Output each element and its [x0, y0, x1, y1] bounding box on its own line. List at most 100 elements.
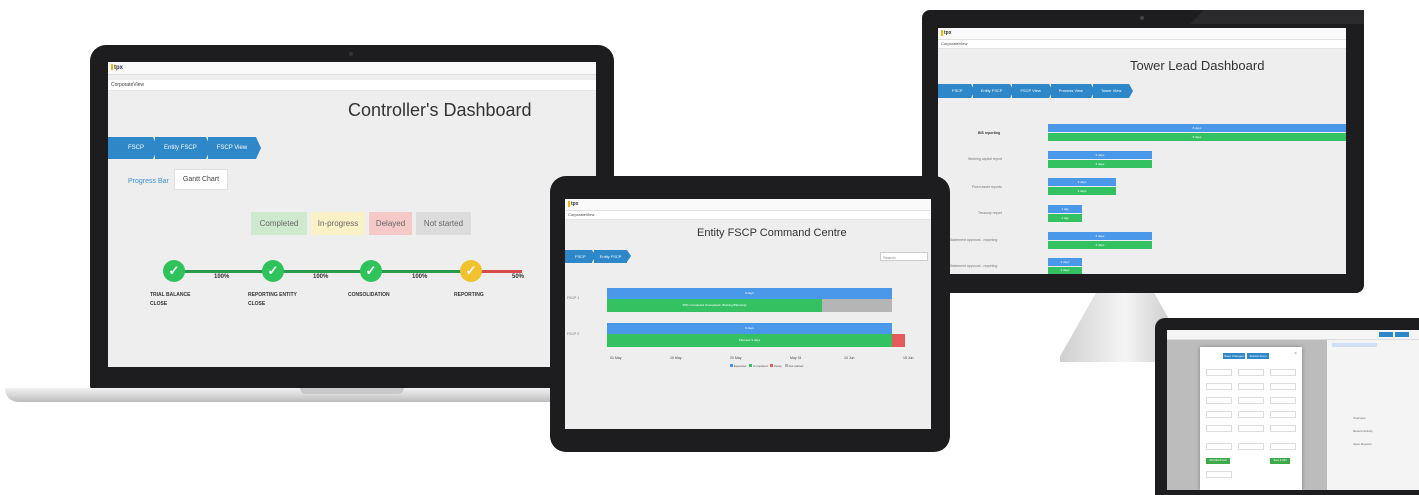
- modal-dialog: Save Changes Submit Form × Add Attachmen…: [1200, 347, 1302, 490]
- form-field[interactable]: [1270, 383, 1296, 390]
- form-field[interactable]: [1238, 425, 1264, 432]
- x-tick: May 31: [790, 356, 802, 360]
- modal-tab[interactable]: Save Changes: [1223, 353, 1245, 359]
- row-label: Statement approval - reporting: [950, 238, 998, 242]
- gantt-bar-completed: Planned: 9 days: [607, 334, 892, 347]
- x-tick: 15 Jun: [903, 356, 914, 360]
- side-item[interactable]: Open Reports: [1353, 442, 1372, 446]
- tab-gantt-chart[interactable]: Gantt Chart: [174, 169, 228, 190]
- row-label: FSCP 2: [567, 332, 580, 336]
- gantt-bar: 2 days: [1048, 258, 1082, 266]
- page-title: Entity FSCP Command Centre: [697, 227, 847, 239]
- x-tick: 10 Jun: [844, 356, 855, 360]
- form-field[interactable]: [1270, 369, 1296, 376]
- stage-2-percent: 100%: [313, 274, 329, 280]
- stage-1-percent: 100%: [214, 274, 230, 280]
- gantt-bar: 1 day: [1048, 214, 1082, 222]
- crumb-entity-fscp[interactable]: Entity FSCP: [593, 250, 632, 263]
- view-tab[interactable]: CorporateView: [565, 211, 931, 220]
- side-panel: [1327, 340, 1419, 490]
- form-field[interactable]: [1238, 443, 1264, 450]
- row-label: FSCP 1: [567, 296, 580, 300]
- stage-3-label: CONSOLIDATION: [348, 292, 390, 298]
- page-title: Tower Lead Dashboard: [1130, 58, 1265, 73]
- gantt-bar-completed: 95% Completed (Completed: Working/Planni…: [607, 299, 822, 312]
- modal-tab[interactable]: Submit Form: [1247, 353, 1269, 359]
- app-header: tpx: [565, 199, 931, 211]
- form-field[interactable]: [1270, 411, 1296, 418]
- search-placeholder: Search: [883, 255, 896, 260]
- add-attachment-button[interactable]: Add Attachment: [1206, 458, 1230, 464]
- breadcrumb: FSCP Entity FSCP FSCP View: [108, 137, 262, 159]
- legend-in-progress: In-progress: [311, 212, 365, 235]
- breadcrumb: FSCP Entity FSCP FSCP View Process View …: [938, 84, 1134, 98]
- gantt-bar: 3 days: [1048, 187, 1116, 195]
- gantt-bar-expected: 8 days: [607, 288, 892, 299]
- form-field[interactable]: [1270, 443, 1296, 450]
- crumb-fscp-view[interactable]: FSCP View: [207, 137, 262, 159]
- legend-delay: Delay: [774, 364, 782, 368]
- tablet-screen: tpx CorporateView Entity FSCP Command Ce…: [565, 199, 931, 429]
- form-field[interactable]: [1206, 443, 1232, 450]
- stage-trial-balance-icon: ✓: [163, 260, 185, 282]
- view-tab[interactable]: CorporateView: [108, 80, 596, 91]
- form-field[interactable]: [1238, 369, 1264, 376]
- form-field[interactable]: [1206, 397, 1232, 404]
- legend-completed: Completed: [753, 364, 768, 368]
- stage-3-percent: 100%: [412, 274, 428, 280]
- legend-not-started: Not started: [416, 212, 471, 235]
- form-field[interactable]: [1206, 383, 1232, 390]
- header-button[interactable]: [1379, 332, 1393, 337]
- form-field[interactable]: [1206, 425, 1232, 432]
- x-tick: 10 May: [670, 356, 682, 360]
- form-field[interactable]: [1206, 411, 1232, 418]
- crumb-entity-fscp[interactable]: Entity FSCP: [155, 137, 211, 159]
- form-field[interactable]: [1206, 369, 1232, 376]
- stage-reporting-icon: ✓: [460, 260, 482, 282]
- stage-2-label: REPORTING ENTITY CLOSE: [248, 292, 297, 307]
- gantt-bar: 1 day: [1048, 205, 1082, 213]
- breadcrumb: FSCP Entity FSCP: [565, 250, 632, 263]
- gantt-bar-expected: 8 days: [607, 323, 892, 334]
- app-header: tpx: [108, 62, 596, 75]
- crumb-fscp[interactable]: FSCP: [938, 84, 975, 98]
- app-logo: tpx: [938, 29, 952, 36]
- row-label: Working capital report: [968, 157, 1002, 161]
- form-field[interactable]: [1270, 425, 1296, 432]
- gantt-bar: 8 days: [1048, 133, 1346, 141]
- crumb-process-view[interactable]: Process View: [1050, 84, 1096, 98]
- save-add-button[interactable]: Save & Add: [1270, 458, 1290, 464]
- monitor-camera: [1140, 16, 1144, 20]
- form-field[interactable]: [1270, 397, 1296, 404]
- gantt-bar: 5 days: [1048, 151, 1152, 159]
- search-input[interactable]: Search: [880, 252, 928, 261]
- row-label: Statement approval - reporting: [950, 264, 998, 268]
- legend-expected: Expected: [733, 364, 747, 368]
- form-field[interactable]: [1206, 471, 1232, 478]
- form-field[interactable]: [1238, 411, 1264, 418]
- side-item[interactable]: Recent Activity: [1353, 429, 1373, 433]
- stage-1-label: TRIAL BALANCE CLOSE: [150, 292, 191, 307]
- app-logo: tpx: [565, 200, 579, 207]
- crumb-tower-view[interactable]: Tower View: [1092, 84, 1134, 98]
- monitor-glare: [1190, 10, 1364, 24]
- x-tick: 01 May: [610, 356, 622, 360]
- view-tab[interactable]: CorporateView: [938, 40, 1346, 49]
- laptop-notch: [300, 388, 404, 394]
- tab-progress-bar[interactable]: Progress Bar: [128, 172, 169, 191]
- crumb-fscp[interactable]: FSCP: [108, 137, 159, 159]
- page-title: Controller's Dashboard: [348, 100, 532, 120]
- form-field[interactable]: [1238, 397, 1264, 404]
- gantt-bar: 3 days: [1048, 178, 1116, 186]
- row-label: BIS reporting: [978, 131, 1001, 135]
- form-field[interactable]: [1238, 383, 1264, 390]
- side-item[interactable]: Overview: [1353, 416, 1366, 420]
- gantt-bar-not-started: [822, 299, 892, 312]
- crumb-fscp-view[interactable]: FSCP View: [1012, 84, 1054, 98]
- crumb-entity-fscp[interactable]: Entity FSCP: [972, 84, 1015, 98]
- side-panel-link[interactable]: [1332, 343, 1377, 347]
- close-icon[interactable]: ×: [1294, 351, 1297, 357]
- crumb-fscp[interactable]: FSCP: [565, 250, 596, 263]
- header-button[interactable]: [1395, 332, 1409, 337]
- app-logo: tpx: [108, 64, 123, 71]
